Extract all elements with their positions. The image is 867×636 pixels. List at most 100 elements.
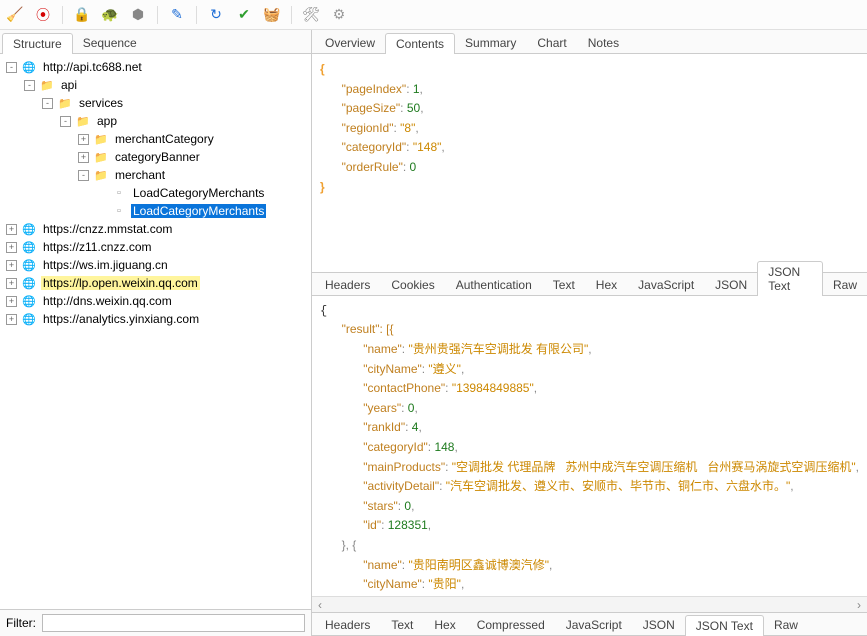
tree-node[interactable]: + 🌐 https://z11.cnzz.com: [0, 238, 311, 256]
subtab-headers[interactable]: Headers: [314, 614, 381, 635]
broom-icon[interactable]: 🧹: [4, 4, 26, 26]
tree-label[interactable]: LoadCategoryMerchants: [131, 204, 266, 218]
tree-label[interactable]: https://ws.im.jiguang.cn: [41, 258, 170, 272]
tree-node[interactable]: + 🌐 https://analytics.yinxiang.com: [0, 310, 311, 328]
left-tabbar: StructureSequence: [0, 30, 311, 54]
tree-node[interactable]: -🌐http://api.tc688.net: [0, 58, 311, 76]
pencil-icon[interactable]: ✎: [166, 4, 188, 26]
tree-label[interactable]: LoadCategoryMerchants: [131, 186, 266, 200]
toolbar-separator: [291, 6, 292, 24]
subtab-cookies[interactable]: Cookies: [380, 274, 445, 295]
expand-icon[interactable]: +: [6, 278, 17, 289]
filter-bar: Filter:: [0, 609, 311, 636]
request-json-pane[interactable]: { "pageIndex": 1, "pageSize": 50, "regio…: [312, 54, 867, 272]
globe-icon: 🌐: [21, 239, 37, 255]
subtab-json-text[interactable]: JSON Text: [757, 261, 823, 296]
tree-label[interactable]: https://lp.open.weixin.qq.com: [41, 276, 200, 290]
expand-icon[interactable]: +: [6, 260, 17, 271]
hexagon-icon[interactable]: ⬢: [127, 4, 149, 26]
tree-node[interactable]: ▫ LoadCategoryMerchants: [0, 184, 311, 202]
expand-icon[interactable]: +: [6, 224, 17, 235]
subtab-hex[interactable]: Hex: [423, 614, 466, 635]
tree-label[interactable]: merchantCategory: [113, 132, 216, 146]
subtab-compressed[interactable]: Compressed: [466, 614, 556, 635]
tree-node[interactable]: -📁 services: [0, 94, 311, 112]
response-json-pane[interactable]: { "result": [{ "name": "贵州贵强汽车空调批发 有限公司"…: [312, 296, 867, 596]
subtab-headers[interactable]: Headers: [314, 274, 381, 295]
subtab-json-text[interactable]: JSON Text: [685, 615, 764, 636]
subtab-javascript[interactable]: JavaScript: [627, 274, 705, 295]
folder-icon: 📁: [39, 77, 55, 93]
tree-label[interactable]: categoryBanner: [113, 150, 202, 164]
tree-node[interactable]: +🌐https://ws.im.jiguang.cn: [0, 256, 311, 274]
subtab-raw[interactable]: Raw: [822, 274, 867, 295]
collapse-icon[interactable]: -: [60, 116, 71, 127]
tree-node[interactable]: ▫ LoadCategoryMerchants: [0, 202, 311, 220]
file-icon: ▫: [111, 203, 127, 219]
request-subtabs: HeadersCookiesAuthenticationTextHexJavaS…: [312, 272, 867, 296]
tree-label[interactable]: https://cnzz.mmstat.com: [41, 222, 174, 236]
tree-label[interactable]: http://dns.weixin.qq.com: [41, 294, 174, 308]
folder-icon: 📁: [93, 131, 109, 147]
refresh-icon[interactable]: ↻: [205, 4, 227, 26]
tools-icon[interactable]: 🛠: [300, 4, 322, 26]
tree-label[interactable]: https://analytics.yinxiang.com: [41, 312, 201, 326]
tree-node[interactable]: -📁 app: [0, 112, 311, 130]
scroll-right-icon[interactable]: ›: [851, 598, 867, 612]
globe-icon: 🌐: [21, 221, 37, 237]
subtab-text[interactable]: Text: [542, 274, 586, 295]
tree-node[interactable]: + 🌐 https://cnzz.mmstat.com: [0, 220, 311, 238]
expand-icon[interactable]: +: [78, 152, 89, 163]
filter-label: Filter:: [6, 616, 36, 630]
horizontal-scrollbar[interactable]: ‹ ›: [312, 596, 867, 612]
tree-node[interactable]: + 📁 merchantCategory: [0, 130, 311, 148]
expand-icon[interactable]: +: [6, 242, 17, 253]
globe-icon: 🌐: [21, 311, 37, 327]
scroll-left-icon[interactable]: ‹: [312, 598, 328, 612]
collapse-icon[interactable]: -: [42, 98, 53, 109]
structure-tree[interactable]: -🌐http://api.tc688.net-📁api-📁services-📁a…: [0, 54, 311, 609]
tree-label[interactable]: https://z11.cnzz.com: [41, 240, 154, 254]
folder-icon: 📁: [57, 95, 73, 111]
tree-label[interactable]: merchant: [113, 168, 167, 182]
tree-label[interactable]: http://api.tc688.net: [41, 60, 144, 74]
subtab-authentication[interactable]: Authentication: [445, 274, 543, 295]
filter-input[interactable]: [42, 614, 305, 632]
gear-icon[interactable]: ⚙: [328, 4, 350, 26]
record-icon[interactable]: ⦿: [32, 4, 54, 26]
collapse-icon[interactable]: -: [78, 170, 89, 181]
expand-icon[interactable]: +: [6, 296, 17, 307]
tree-label[interactable]: services: [77, 96, 125, 110]
folder-icon: 📁: [75, 113, 91, 129]
tree-node[interactable]: +🌐http://dns.weixin.qq.com: [0, 292, 311, 310]
file-icon: ▫: [111, 185, 127, 201]
check-icon[interactable]: ✔: [233, 4, 255, 26]
subtab-raw[interactable]: Raw: [763, 614, 809, 635]
tab-notes[interactable]: Notes: [577, 32, 630, 53]
tree-node[interactable]: +📁categoryBanner: [0, 148, 311, 166]
tab-structure[interactable]: Structure: [2, 33, 73, 54]
basket-icon[interactable]: 🧺: [261, 4, 283, 26]
expand-icon[interactable]: +: [78, 134, 89, 145]
tree-node[interactable]: -📁 api: [0, 76, 311, 94]
subtab-hex[interactable]: Hex: [585, 274, 628, 295]
tree-label[interactable]: app: [95, 114, 119, 128]
tree-node[interactable]: -📁merchant: [0, 166, 311, 184]
expand-icon[interactable]: +: [6, 314, 17, 325]
subtab-text[interactable]: Text: [380, 614, 424, 635]
lock-icon[interactable]: 🔒: [71, 4, 93, 26]
tab-chart[interactable]: Chart: [526, 32, 577, 53]
main-toolbar: 🧹 ⦿ 🔒 🐢 ⬢ ✎ ↻ ✔ 🧺 🛠 ⚙: [0, 0, 867, 30]
tab-sequence[interactable]: Sequence: [72, 32, 148, 53]
subtab-javascript[interactable]: JavaScript: [555, 614, 633, 635]
subtab-json[interactable]: JSON: [632, 614, 686, 635]
collapse-icon[interactable]: -: [24, 80, 35, 91]
subtab-json[interactable]: JSON: [704, 274, 758, 295]
tab-summary[interactable]: Summary: [454, 32, 527, 53]
tree-label[interactable]: api: [59, 78, 79, 92]
tree-node[interactable]: +🌐https://lp.open.weixin.qq.com: [0, 274, 311, 292]
tab-overview[interactable]: Overview: [314, 32, 386, 53]
tab-contents[interactable]: Contents: [385, 33, 455, 54]
collapse-icon[interactable]: -: [6, 62, 17, 73]
turtle-icon[interactable]: 🐢: [99, 4, 121, 26]
